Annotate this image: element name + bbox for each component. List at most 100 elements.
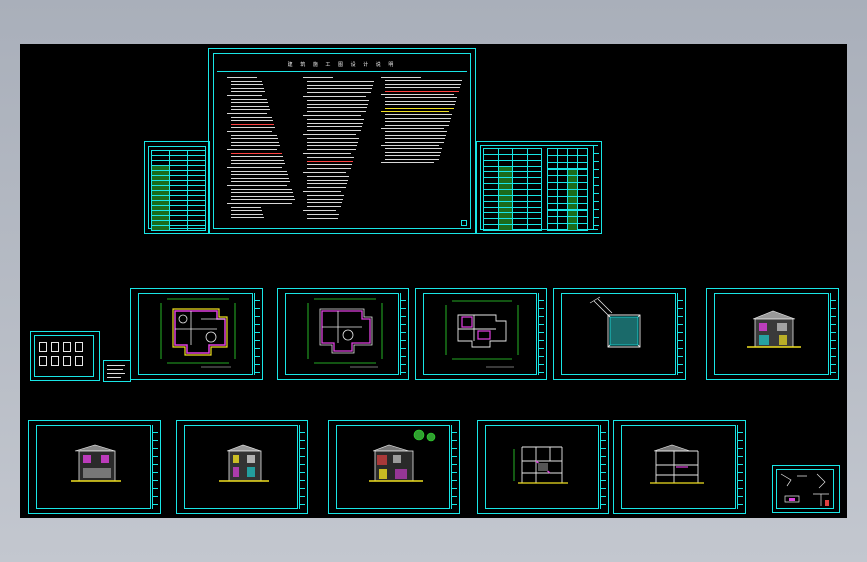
table-cell <box>483 224 499 231</box>
sheet-design-notes[interactable]: 建 筑 施 工 图 设 计 说 明 <box>208 48 476 234</box>
text-line <box>231 195 294 197</box>
text-line <box>303 172 346 173</box>
elevation-3-drawing <box>219 444 269 482</box>
text-line <box>307 145 357 147</box>
text-line <box>231 192 293 194</box>
index-table <box>151 150 206 231</box>
table-cell <box>151 225 170 231</box>
sheet-elevation-1[interactable] <box>706 288 839 380</box>
text-line <box>231 177 289 179</box>
sheet-notes-mini[interactable] <box>103 360 131 382</box>
floor-plan-3-drawing <box>445 300 519 368</box>
sheet-elevation-4[interactable] <box>328 420 460 514</box>
section-1-drawing <box>513 446 568 484</box>
text-line <box>231 217 264 219</box>
text-line <box>307 198 343 200</box>
text-line <box>231 123 274 125</box>
sheet-floor-plan-3[interactable] <box>415 288 547 380</box>
text-line <box>231 109 270 111</box>
floor-plan-1-drawing <box>160 298 236 368</box>
text-line <box>385 148 442 150</box>
section-2-drawing <box>650 444 704 484</box>
cad-model-viewport[interactable]: 建 筑 施 工 图 设 计 说 明 <box>20 44 847 518</box>
details-drawing <box>780 473 829 506</box>
sheet-materials-table[interactable] <box>476 141 602 234</box>
text-line <box>385 107 454 109</box>
text-line <box>307 156 354 158</box>
text-line <box>231 120 273 122</box>
legend-symbol <box>75 342 83 352</box>
text-line <box>385 151 441 153</box>
text-line <box>307 183 347 185</box>
legend-symbol <box>39 356 47 366</box>
text-line <box>385 117 451 119</box>
text-line <box>385 80 462 82</box>
text-line <box>231 156 283 158</box>
text-line <box>231 91 265 93</box>
sheet-details[interactable] <box>772 465 840 513</box>
legend-symbol <box>39 342 47 352</box>
text-line <box>303 134 356 135</box>
text-line <box>303 191 341 192</box>
legend-symbol <box>63 356 71 366</box>
text-line <box>307 130 361 132</box>
design-notes-title: 建 筑 施 工 图 设 计 说 明 <box>287 62 397 68</box>
text-line <box>303 96 366 97</box>
sheet-floor-plan-2[interactable] <box>277 288 409 380</box>
notes-column-1 <box>227 77 297 227</box>
text-line <box>385 155 440 157</box>
notes-column-3 <box>381 77 462 177</box>
sheet-drawing-index[interactable] <box>144 141 210 234</box>
text-line <box>385 131 447 133</box>
table-cell <box>512 224 528 231</box>
text-line <box>385 90 459 92</box>
sheet-elevation-3[interactable] <box>176 420 308 514</box>
text-line <box>307 187 346 189</box>
text-line <box>307 202 342 204</box>
sheet-legend-small[interactable] <box>30 331 100 381</box>
text-line <box>385 87 460 89</box>
text-line <box>303 153 351 154</box>
text-line <box>307 126 362 128</box>
text-line <box>307 217 338 219</box>
text-line <box>307 118 364 120</box>
text-line <box>231 170 287 172</box>
elevation-2-drawing <box>71 444 121 482</box>
sheet-floor-plan-1[interactable] <box>130 288 263 380</box>
text-line <box>307 88 372 90</box>
text-line <box>385 138 445 140</box>
sheet-section-2[interactable] <box>613 420 746 514</box>
table-cell <box>187 225 206 231</box>
legend-icons <box>39 342 91 372</box>
text-line <box>307 175 349 177</box>
sheet-roof-plan[interactable] <box>553 288 686 380</box>
text-line <box>227 149 277 150</box>
text-line <box>231 145 280 147</box>
text-line <box>231 138 278 140</box>
table-cell <box>497 224 513 231</box>
text-line <box>381 111 449 112</box>
text-line <box>303 210 336 211</box>
text-line <box>231 105 269 107</box>
text-line <box>231 210 262 212</box>
text-line <box>231 87 264 89</box>
table-cell <box>577 223 588 231</box>
text-line <box>231 163 285 165</box>
sheet-elevation-2[interactable] <box>28 420 161 514</box>
text-line <box>231 188 292 190</box>
text-line <box>231 199 295 201</box>
text-line <box>231 80 262 82</box>
text-line <box>307 141 358 143</box>
elevation-1-drawing <box>747 310 801 348</box>
text-line <box>381 77 421 78</box>
text-line <box>307 122 363 124</box>
text-line <box>227 95 262 96</box>
sheet-section-1[interactable] <box>477 420 609 514</box>
text-line <box>385 124 449 126</box>
text-line <box>231 159 284 161</box>
legend-symbol <box>51 342 59 352</box>
text-line <box>227 167 282 168</box>
text-line <box>385 134 446 136</box>
roof-plan-drawing <box>589 296 641 348</box>
text-line <box>227 203 292 204</box>
